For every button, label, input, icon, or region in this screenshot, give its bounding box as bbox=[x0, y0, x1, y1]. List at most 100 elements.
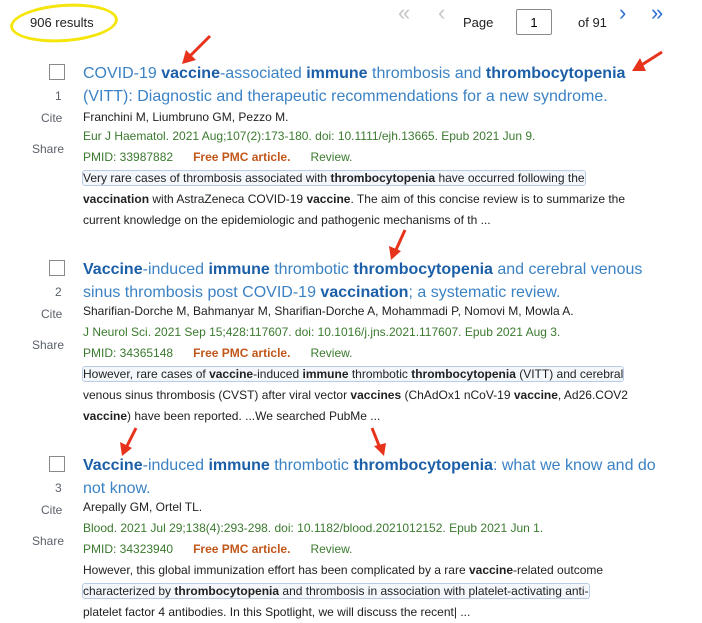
result-number: 3 bbox=[55, 481, 62, 495]
result-checkbox[interactable] bbox=[49, 64, 65, 80]
chevron-right-icon[interactable]: › bbox=[619, 0, 626, 28]
red-arrow-icon bbox=[389, 229, 407, 260]
snippet-line: platelet factor 4 antibodies. In this Sp… bbox=[83, 602, 668, 623]
pmid: PMID: 34365148 bbox=[83, 346, 174, 360]
title-segment: thrombotic bbox=[269, 457, 354, 474]
pmid-line: PMID: 34323940 Free PMC article. Review. bbox=[83, 542, 352, 556]
snippet-line: However, rare cases of vaccine-induced i… bbox=[83, 364, 668, 385]
double-chevron-left-icon[interactable]: « bbox=[398, 0, 410, 28]
result-citation: Eur J Haematol. 2021 Aug;107(2):173-180.… bbox=[83, 129, 536, 143]
snippet-segment: However, this global immunization effort… bbox=[83, 563, 469, 577]
snippet-segment: , Ad26.COV2 bbox=[557, 388, 628, 402]
snippet-segment: ) have been reported. ...We searched Pub… bbox=[127, 409, 381, 423]
snippet-highlight: characterized by thrombocytopenia and th… bbox=[83, 584, 589, 598]
snippet-segment: . The aim of this concise review is to s… bbox=[350, 192, 626, 206]
snippet-segment: platelet factor 4 antibodies. In this Sp… bbox=[83, 605, 471, 619]
snippet-segment: thrombocytopenia bbox=[330, 171, 436, 185]
results-count: 906 results bbox=[30, 15, 94, 30]
pmid: PMID: 33987882 bbox=[83, 150, 174, 164]
snippet-segment: current knowledge on the epidemiologic a… bbox=[83, 213, 491, 227]
title-segment: (VITT): Diagnostic and therapeutic recom… bbox=[83, 88, 608, 105]
result-snippet: Very rare cases of thrombosis associated… bbox=[83, 168, 668, 231]
snippet-segment: vaccine bbox=[468, 563, 514, 577]
cite-button[interactable]: Cite bbox=[41, 111, 62, 125]
snippet-segment: -related outcome bbox=[513, 563, 604, 577]
result-snippet: However, this global immunization effort… bbox=[83, 560, 668, 623]
snippet-segment: characterized by bbox=[83, 584, 175, 598]
snippet-line: venous sinus thrombosis (CVST) after vir… bbox=[83, 385, 668, 406]
snippet-segment: immune bbox=[302, 367, 349, 381]
snippet-segment: Very rare cases of thrombosis associated… bbox=[83, 171, 331, 185]
title-segment: thrombosis and bbox=[367, 65, 486, 82]
snippet-segment: -induced bbox=[253, 367, 303, 381]
title-segment: -associated bbox=[219, 65, 307, 82]
review-badge: Review. bbox=[310, 346, 353, 360]
title-segment: COVID-19 bbox=[83, 65, 162, 82]
snippet-segment: vaccines bbox=[350, 388, 402, 402]
red-arrow-icon bbox=[120, 427, 138, 456]
cite-button[interactable]: Cite bbox=[41, 307, 62, 321]
snippet-segment: and thrombosis in association with plate… bbox=[279, 584, 589, 598]
snippet-line: However, this global immunization effort… bbox=[83, 560, 668, 581]
snippet-segment: (VITT) and cerebral bbox=[515, 367, 624, 381]
page-label: Page bbox=[463, 15, 494, 30]
snippet-line: characterized by thrombocytopenia and th… bbox=[83, 581, 668, 602]
result-authors: Arepally GM, Ortel TL. bbox=[83, 500, 203, 514]
snippet-line: vaccination with AstraZeneca COVID-19 va… bbox=[83, 189, 668, 210]
snippet-segment: However, rare cases of bbox=[83, 367, 210, 381]
chevron-left-icon[interactable]: ‹ bbox=[438, 0, 445, 28]
double-chevron-right-icon[interactable]: » bbox=[651, 0, 663, 28]
result-authors: Sharifian-Dorche M, Bahmanyar M, Sharifi… bbox=[83, 304, 574, 318]
review-badge: Review. bbox=[310, 150, 353, 164]
result-title[interactable]: COVID-19 vaccine-associated immune throm… bbox=[83, 62, 673, 108]
review-badge: Review. bbox=[310, 542, 353, 556]
snippet-segment: venous sinus thrombosis (CVST) after vir… bbox=[83, 388, 351, 402]
snippet-segment: thrombotic bbox=[348, 367, 412, 381]
free-pmc-badge: Free PMC article. bbox=[193, 150, 291, 164]
snippet-segment: vaccine bbox=[209, 367, 254, 381]
share-button[interactable]: Share bbox=[32, 534, 64, 548]
title-segment: ; a systematic review. bbox=[408, 284, 561, 301]
red-arrow-icon bbox=[182, 34, 212, 64]
page-total: of 91 bbox=[578, 15, 607, 30]
title-segment: -induced bbox=[142, 457, 209, 474]
result-citation: Blood. 2021 Jul 29;138(4):293-298. doi: … bbox=[83, 521, 544, 535]
snippet-segment: vaccine bbox=[83, 409, 128, 423]
result-checkbox[interactable] bbox=[49, 456, 65, 472]
snippet-segment: have occurred following the bbox=[435, 171, 585, 185]
result-snippet: However, rare cases of vaccine-induced i… bbox=[83, 364, 668, 427]
snippet-segment: thrombocytopenia bbox=[411, 367, 516, 381]
share-button[interactable]: Share bbox=[32, 338, 64, 352]
title-segment: thrombocytopenia bbox=[353, 261, 493, 278]
title-segment: -induced bbox=[142, 261, 209, 278]
page-number-input[interactable] bbox=[516, 9, 552, 35]
title-segment: Vaccine bbox=[83, 261, 143, 278]
free-pmc-badge: Free PMC article. bbox=[193, 542, 291, 556]
cite-button[interactable]: Cite bbox=[41, 503, 62, 517]
snippet-line: current knowledge on the epidemiologic a… bbox=[83, 210, 668, 231]
title-segment: thrombotic bbox=[269, 261, 354, 278]
snippet-line: Very rare cases of thrombosis associated… bbox=[83, 168, 668, 189]
snippet-segment: (ChAdOx1 nCoV-19 bbox=[401, 388, 514, 402]
result-authors: Franchini M, Liumbruno GM, Pezzo M. bbox=[83, 110, 289, 124]
pmid-line: PMID: 33987882 Free PMC article. Review. bbox=[83, 150, 352, 164]
result-checkbox[interactable] bbox=[49, 260, 65, 276]
title-segment: vaccination bbox=[320, 284, 409, 301]
title-segment: immune bbox=[208, 457, 270, 474]
title-segment: immune bbox=[306, 65, 368, 82]
pmid-line: PMID: 34365148 Free PMC article. Review. bbox=[83, 346, 352, 360]
result-title[interactable]: Vaccine-induced immune thrombotic thromb… bbox=[83, 258, 673, 304]
result-number: 1 bbox=[55, 89, 62, 103]
snippet-segment: vaccine bbox=[513, 388, 558, 402]
share-button[interactable]: Share bbox=[32, 142, 64, 156]
title-segment: immune bbox=[208, 261, 270, 278]
result-number: 2 bbox=[55, 285, 62, 299]
red-arrow-icon bbox=[370, 427, 386, 456]
result-citation: J Neurol Sci. 2021 Sep 15;428:117607. do… bbox=[83, 325, 561, 339]
snippet-highlight: Very rare cases of thrombosis associated… bbox=[83, 171, 585, 185]
snippet-segment: vaccine bbox=[306, 192, 351, 206]
results-toolbar: 906 results « ‹ Page of 91 › » bbox=[0, 0, 702, 46]
pmid: PMID: 34323940 bbox=[83, 542, 174, 556]
snippet-segment: thrombocytopenia bbox=[174, 584, 280, 598]
red-arrow-icon bbox=[632, 50, 663, 71]
